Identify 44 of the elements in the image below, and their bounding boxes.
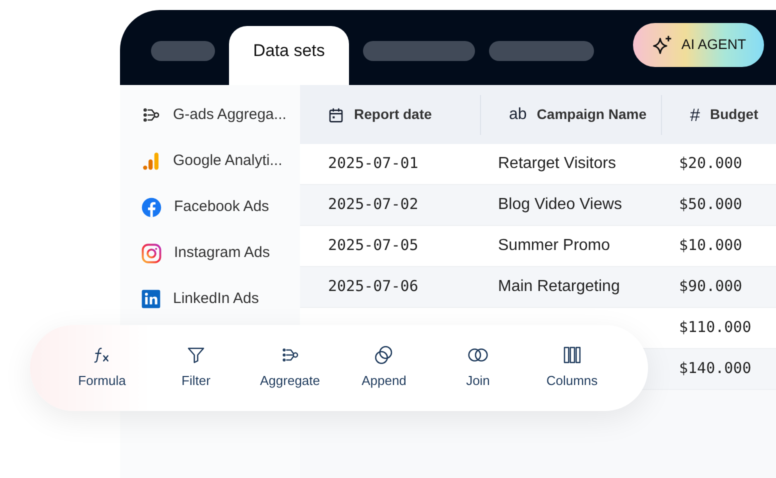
toolbar-button[interactable]: Append [337, 345, 431, 391]
sidebar-item[interactable]: Instagram Ads [120, 230, 300, 276]
table-cell: $50.000 [679, 195, 742, 213]
column-header[interactable]: Budget [710, 104, 758, 125]
table-cell: $10.000 [679, 236, 742, 254]
tab-placeholder[interactable] [363, 41, 475, 61]
table-cell: 2025-07-01 [328, 154, 418, 172]
table-cell: Retarget Visitors [498, 155, 616, 172]
table-cell: Blog Video Views [498, 196, 622, 213]
toolbar-button[interactable]: Columns [525, 345, 619, 391]
table-cell: $20.000 [679, 154, 742, 172]
linkedin-icon [141, 289, 161, 309]
table-cell: Main Retargeting [498, 278, 620, 295]
table-cell: $110.000 [679, 318, 752, 336]
table-cell: 2025-07-06 [328, 277, 418, 295]
column-header[interactable]: Campaign Name [536, 104, 646, 125]
table-cell: 2025-07-02 [328, 195, 418, 213]
sidebar-item[interactable]: Facebook Ads [120, 184, 300, 230]
table-cell: $140.000 [679, 359, 752, 377]
toolbar-button[interactable]: Filter [149, 345, 243, 391]
number-type-icon: # [690, 106, 700, 124]
analytics-icon [141, 151, 161, 171]
filter-icon [186, 345, 206, 366]
column-header[interactable]: Report date [354, 104, 432, 125]
facebook-icon [141, 196, 162, 218]
toolbar-button[interactable]: Aggregate [243, 345, 337, 391]
toolbar-button[interactable]: Formula [55, 345, 149, 391]
overlapping-circles-icon [374, 345, 394, 366]
tab[interactable]: Data sets [229, 26, 349, 85]
instagram-icon [141, 242, 162, 264]
toolbar-button[interactable]: Join [431, 345, 525, 391]
text-type-icon: ab [509, 106, 527, 122]
table-cell: Summer Promo [498, 237, 610, 254]
calendar-icon [328, 106, 344, 122]
tab-placeholder[interactable] [151, 41, 215, 61]
table-cell: 2025-07-05 [328, 236, 418, 254]
columns-icon [562, 345, 582, 366]
ai-agent-button[interactable]: AI AGENT [633, 22, 764, 66]
sidebar-item[interactable]: Google Analyti... [120, 138, 300, 184]
table-cell: $90.000 [679, 277, 742, 295]
sidebar-item[interactable]: G-ads Aggrega... [120, 92, 300, 138]
sidebar-item[interactable]: LinkedIn Ads [120, 276, 300, 322]
tab-placeholder[interactable] [489, 41, 594, 61]
sparkle-icon [651, 34, 674, 56]
